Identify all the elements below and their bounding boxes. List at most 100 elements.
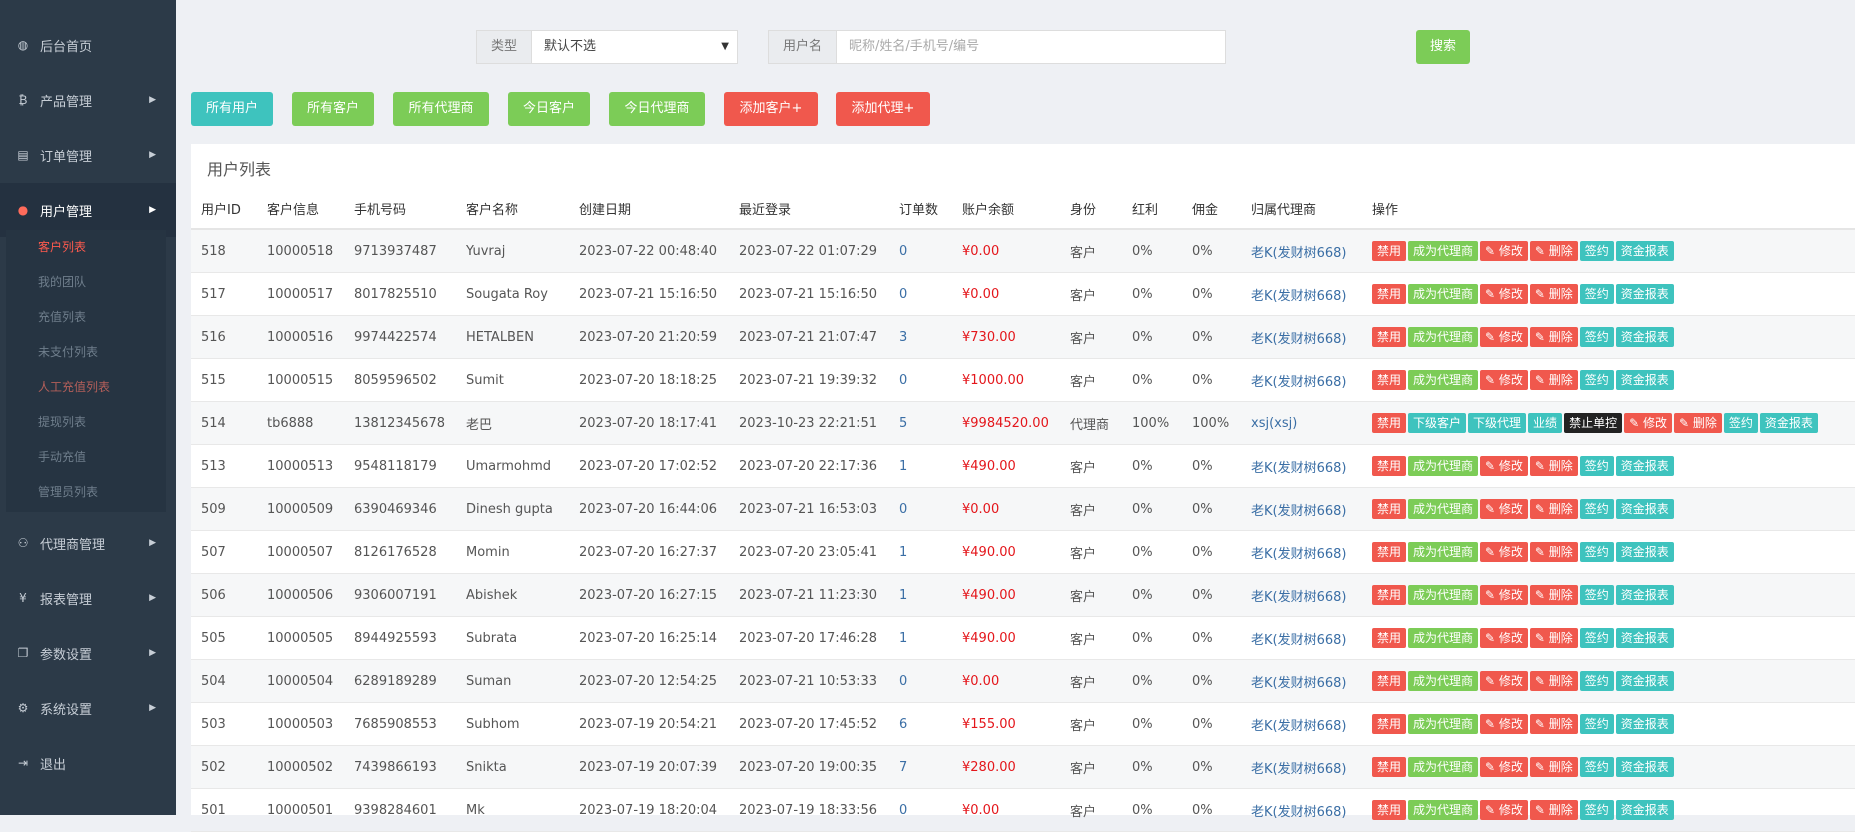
submenu-item-admin-list[interactable]: 管理员列表	[6, 475, 166, 510]
sign-button[interactable]: 签约	[1579, 628, 1614, 648]
make-agent-button[interactable]: 成为代理商	[1408, 671, 1479, 691]
fund-report-button[interactable]: 资金报表	[1615, 456, 1674, 476]
edit-button[interactable]: ✎ 修改	[1480, 671, 1528, 691]
sign-button[interactable]: 签约	[1579, 671, 1614, 691]
disable-button[interactable]: 禁用	[1372, 370, 1407, 390]
make-agent-button[interactable]: 成为代理商	[1408, 370, 1479, 390]
disable-button[interactable]: 禁用	[1372, 241, 1407, 261]
sign-button[interactable]: 签约	[1579, 542, 1614, 562]
disable-button[interactable]: 禁用	[1372, 542, 1407, 562]
disable-button[interactable]: 禁用	[1372, 413, 1407, 433]
make-agent-button[interactable]: 成为代理商	[1408, 714, 1479, 734]
make-agent-button[interactable]: 成为代理商	[1408, 628, 1479, 648]
agent-cell[interactable]: 老K(发财树668)	[1241, 272, 1362, 316]
fund-report-button[interactable]: 资金报表	[1615, 542, 1674, 562]
sidebar-item-users[interactable]: ● 用户管理 ▶	[0, 183, 176, 237]
add-agent-button[interactable]: 添加代理+	[836, 92, 930, 126]
delete-button[interactable]: ✎ 删除	[1529, 800, 1578, 820]
edit-button[interactable]: ✎ 修改	[1480, 284, 1528, 304]
agent-cell[interactable]: 老K(发财树668)	[1241, 788, 1362, 832]
username-filter[interactable]: 用户名 昵称/姓名/手机号/编号	[768, 30, 1226, 64]
submenu-item-unpaid-list[interactable]: 未支付列表	[6, 335, 166, 370]
all-agents-button[interactable]: 所有代理商	[393, 92, 489, 126]
delete-button[interactable]: ✎ 删除	[1529, 542, 1578, 562]
submenu-item-my-team[interactable]: 我的团队	[6, 265, 166, 300]
submenu-item-manual-recharge-list[interactable]: 人工充值列表	[6, 370, 166, 405]
make-agent-button[interactable]: 成为代理商	[1408, 456, 1479, 476]
search-button[interactable]: 搜索	[1416, 30, 1470, 64]
sign-button[interactable]: 签约	[1579, 714, 1614, 734]
edit-button[interactable]: ✎ 修改	[1480, 499, 1528, 519]
sign-button[interactable]: 签约	[1579, 241, 1614, 261]
disable-button[interactable]: 禁用	[1372, 456, 1407, 476]
submenu-item-withdraw-list[interactable]: 提现列表	[6, 405, 166, 440]
sign-button[interactable]: 签约	[1723, 413, 1758, 433]
sign-button[interactable]: 签约	[1579, 284, 1614, 304]
agent-cell[interactable]: 老K(发财树668)	[1241, 573, 1362, 617]
disable-button[interactable]: 禁用	[1372, 585, 1407, 605]
edit-button[interactable]: ✎ 修改	[1480, 714, 1528, 734]
make-agent-button[interactable]: 成为代理商	[1408, 499, 1479, 519]
today-customers-button[interactable]: 今日客户	[508, 92, 590, 126]
fund-report-button[interactable]: 资金报表	[1615, 284, 1674, 304]
submenu-item-customer-list[interactable]: 客户列表	[6, 230, 166, 265]
fund-report-button[interactable]: 资金报表	[1615, 714, 1674, 734]
sign-button[interactable]: 签约	[1579, 456, 1614, 476]
disable-button[interactable]: 禁用	[1372, 671, 1407, 691]
sub-customers-button[interactable]: 下级客户	[1408, 413, 1467, 433]
type-filter[interactable]: 类型 默认不选 ▼	[476, 30, 738, 64]
fund-report-button[interactable]: 资金报表	[1615, 757, 1674, 777]
sidebar-item-reports[interactable]: ¥ 报表管理 ▶	[0, 571, 176, 625]
agent-cell[interactable]: 老K(发财树668)	[1241, 358, 1362, 402]
delete-button[interactable]: ✎ 删除	[1529, 370, 1578, 390]
make-agent-button[interactable]: 成为代理商	[1408, 284, 1479, 304]
all-customers-button[interactable]: 所有客户	[292, 92, 374, 126]
make-agent-button[interactable]: 成为代理商	[1408, 585, 1479, 605]
agent-cell[interactable]: 老K(发财树668)	[1241, 745, 1362, 789]
performance-button[interactable]: 业绩	[1528, 413, 1563, 433]
fund-report-button[interactable]: 资金报表	[1615, 370, 1674, 390]
fund-report-button[interactable]: 资金报表	[1615, 671, 1674, 691]
edit-button[interactable]: ✎ 修改	[1480, 757, 1528, 777]
agent-cell[interactable]: 老K(发财树668)	[1241, 444, 1362, 488]
agent-cell[interactable]: 老K(发财树668)	[1241, 616, 1362, 660]
fund-report-button[interactable]: 资金报表	[1759, 413, 1818, 433]
edit-button[interactable]: ✎ 修改	[1480, 327, 1528, 347]
delete-button[interactable]: ✎ 删除	[1529, 499, 1578, 519]
agent-cell[interactable]: 老K(发财树668)	[1241, 229, 1362, 273]
delete-button[interactable]: ✎ 删除	[1529, 241, 1578, 261]
delete-button[interactable]: ✎ 删除	[1529, 757, 1578, 777]
delete-button[interactable]: ✎ 删除	[1529, 585, 1578, 605]
sidebar-item-params[interactable]: ❐ 参数设置 ▶	[0, 626, 176, 680]
agent-cell[interactable]: 老K(发财树668)	[1241, 530, 1362, 574]
delete-button[interactable]: ✎ 删除	[1529, 671, 1578, 691]
edit-button[interactable]: ✎ 修改	[1480, 542, 1528, 562]
sidebar-item-agents[interactable]: ⚇ 代理商管理 ▶	[0, 516, 176, 570]
sidebar-item-logout[interactable]: ⇥ 退出	[0, 736, 176, 790]
today-agents-button[interactable]: 今日代理商	[609, 92, 705, 126]
disable-button[interactable]: 禁用	[1372, 757, 1407, 777]
sidebar-item-dashboard[interactable]: ◍ 后台首页	[0, 18, 176, 72]
make-agent-button[interactable]: 成为代理商	[1408, 542, 1479, 562]
disable-button[interactable]: 禁用	[1372, 714, 1407, 734]
sign-button[interactable]: 签约	[1579, 800, 1614, 820]
disable-button[interactable]: 禁用	[1372, 284, 1407, 304]
fund-report-button[interactable]: 资金报表	[1615, 585, 1674, 605]
make-agent-button[interactable]: 成为代理商	[1408, 327, 1479, 347]
delete-button[interactable]: ✎ 删除	[1529, 456, 1578, 476]
agent-cell[interactable]: xsj(xsj)	[1241, 401, 1362, 445]
sidebar-item-products[interactable]: ₿ 产品管理 ▶	[0, 73, 176, 127]
fund-report-button[interactable]: 资金报表	[1615, 241, 1674, 261]
disable-button[interactable]: 禁用	[1372, 327, 1407, 347]
edit-button[interactable]: ✎ 修改	[1480, 585, 1528, 605]
all-users-button[interactable]: 所有用户	[191, 92, 273, 126]
delete-button[interactable]: ✎ 删除	[1529, 327, 1578, 347]
submenu-item-recharge-list[interactable]: 充值列表	[6, 300, 166, 335]
edit-button[interactable]: ✎ 修改	[1480, 370, 1528, 390]
disable-button[interactable]: 禁用	[1372, 628, 1407, 648]
disable-button[interactable]: 禁用	[1372, 800, 1407, 820]
agent-cell[interactable]: 老K(发财树668)	[1241, 315, 1362, 359]
sidebar-item-orders[interactable]: ▤ 订单管理 ▶	[0, 128, 176, 182]
sign-button[interactable]: 签约	[1579, 327, 1614, 347]
delete-button[interactable]: ✎ 删除	[1673, 413, 1722, 433]
